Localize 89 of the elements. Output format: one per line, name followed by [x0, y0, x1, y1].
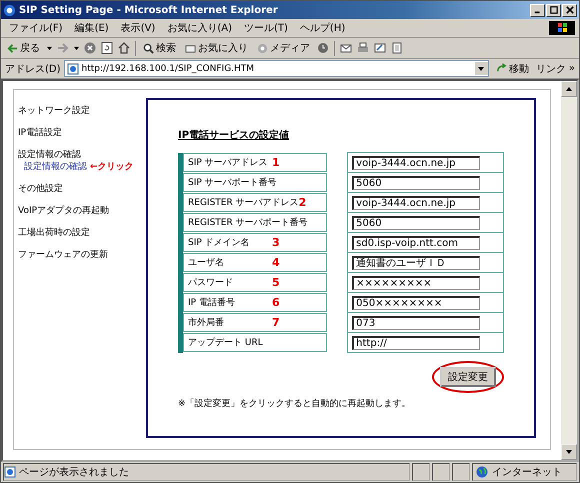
page-icon	[66, 62, 79, 74]
step-number: 5	[272, 276, 281, 288]
dropdown-button[interactable]	[474, 62, 488, 75]
field-label: ユーザ名	[188, 256, 224, 268]
step-number: 3	[272, 236, 281, 248]
sidebar-link[interactable]: IP電話設定	[18, 126, 146, 139]
step-number: 4	[272, 256, 281, 268]
step-number: 2	[298, 196, 308, 208]
menu-item[interactable]: ファイル(F)	[9, 21, 63, 35]
close-icon	[566, 6, 574, 14]
note-text: ※「設定変更」をクリックすると自動的に再起動します。	[178, 398, 412, 410]
scroll-down-button[interactable]	[561, 444, 577, 460]
zone-text: インターネット	[492, 466, 562, 479]
mail-icon[interactable]	[340, 42, 352, 54]
globe-icon	[476, 466, 488, 478]
more-button[interactable]: »	[568, 63, 575, 74]
menu-item[interactable]: 表示(V)	[120, 21, 156, 35]
input-field[interactable]: 通知書のユーザＩＤ	[352, 256, 480, 270]
go-arrow-icon	[496, 63, 507, 74]
history-icon[interactable]	[317, 42, 329, 54]
step-number: 6	[272, 296, 281, 308]
maximize-icon	[550, 6, 558, 14]
menu-item[interactable]: お気に入り(A)	[167, 21, 232, 35]
section-title: IP電話サービスの設定値	[178, 128, 290, 142]
go-button[interactable]: 移動	[492, 62, 533, 76]
sidebar-link[interactable]: ファームウェアの更新	[18, 248, 146, 261]
back-button[interactable]: 戻る	[5, 41, 42, 55]
address-field[interactable]: http://192.168.100.1/SIP_CONFIG.HTM	[64, 60, 489, 77]
field-label: アップデート URL	[188, 336, 263, 348]
input-field[interactable]: 5060	[352, 176, 480, 190]
input-field[interactable]: 050××××××××	[352, 296, 480, 310]
up-arrow-icon	[566, 86, 572, 92]
document-icon[interactable]	[391, 42, 403, 54]
status-text: ページが表示されました	[19, 466, 129, 479]
refresh-icon[interactable]	[101, 42, 113, 54]
down-arrow-icon	[566, 449, 572, 455]
field-label: SIP サーバポート番号	[188, 176, 277, 188]
favorites-button[interactable]: お気に入り	[183, 41, 250, 55]
stop-icon[interactable]	[84, 42, 96, 54]
back-arrow-icon	[7, 42, 18, 54]
close-button[interactable]	[562, 4, 577, 16]
input-field[interactable]: voip-3444.ocn.ne.jp	[352, 156, 480, 170]
step-number: 1	[272, 156, 281, 168]
field-label: IP 電話番号	[188, 296, 235, 308]
scrollbar[interactable]	[561, 81, 577, 460]
dropdown-arrow-icon	[74, 46, 79, 50]
input-field[interactable]: sd0.isp-voip.ntt.com	[352, 236, 480, 250]
dropdown-arrow-icon	[478, 66, 484, 72]
field-label: SIP ドメイン名	[188, 236, 250, 248]
input-field[interactable]: ×××××××××	[352, 276, 480, 290]
apply-button[interactable]: 設定変更	[440, 367, 496, 387]
edit-icon[interactable]	[374, 42, 386, 54]
media-icon	[257, 42, 268, 54]
media-button[interactable]: メディア	[255, 41, 312, 55]
sidebar-link[interactable]: VoIPアダプタの再起動	[18, 204, 146, 217]
sidebar-link[interactable]: その他設定	[18, 182, 146, 195]
search-button[interactable]: 検索	[141, 41, 178, 55]
click-annotation: ←クリック	[90, 161, 134, 173]
window-title: SIP Setting Page - Microsoft Internet Explorer	[19, 4, 279, 16]
field-label: SIP サーバアドレス	[188, 156, 268, 168]
home-icon[interactable]	[118, 42, 130, 54]
input-field[interactable]: http://	[352, 336, 480, 350]
minimize-button[interactable]	[530, 4, 545, 16]
field-label: パスワード	[188, 276, 233, 288]
windows-logo-icon	[549, 21, 575, 35]
input-field[interactable]: 073	[352, 316, 480, 330]
input-field[interactable]: voip-3444.ocn.ne.jp	[352, 196, 480, 210]
scroll-up-button[interactable]	[561, 81, 577, 97]
address-label: アドレス(D)	[5, 62, 61, 76]
field-label: 市外局番	[188, 316, 224, 328]
links-button[interactable]: リンク	[536, 62, 566, 76]
folder-icon	[185, 42, 196, 54]
sidebar-link[interactable]: 設定情報の確認	[24, 160, 87, 173]
sidebar-link[interactable]: 工場出荷時の設定	[18, 226, 146, 239]
maximize-button[interactable]	[546, 4, 561, 16]
menu-item[interactable]: ヘルプ(H)	[300, 21, 346, 35]
input-field[interactable]: 5060	[352, 216, 480, 230]
step-number: 7	[272, 316, 281, 328]
sidebar-link[interactable]: ネットワーク設定	[18, 104, 146, 117]
menu-item[interactable]: 編集(E)	[74, 21, 109, 35]
field-label: REGISTER サーバアドレス	[188, 196, 299, 208]
print-icon[interactable]	[357, 42, 369, 54]
page-icon	[4, 466, 16, 478]
dropdown-arrow-icon	[47, 46, 52, 50]
sidebar-link[interactable]: 設定情報の確認	[18, 148, 146, 161]
browser-icon	[3, 4, 16, 16]
menu-item[interactable]: ツール(T)	[244, 21, 288, 35]
search-icon	[143, 42, 154, 54]
field-label: REGISTER サーバポート番号	[188, 216, 308, 228]
